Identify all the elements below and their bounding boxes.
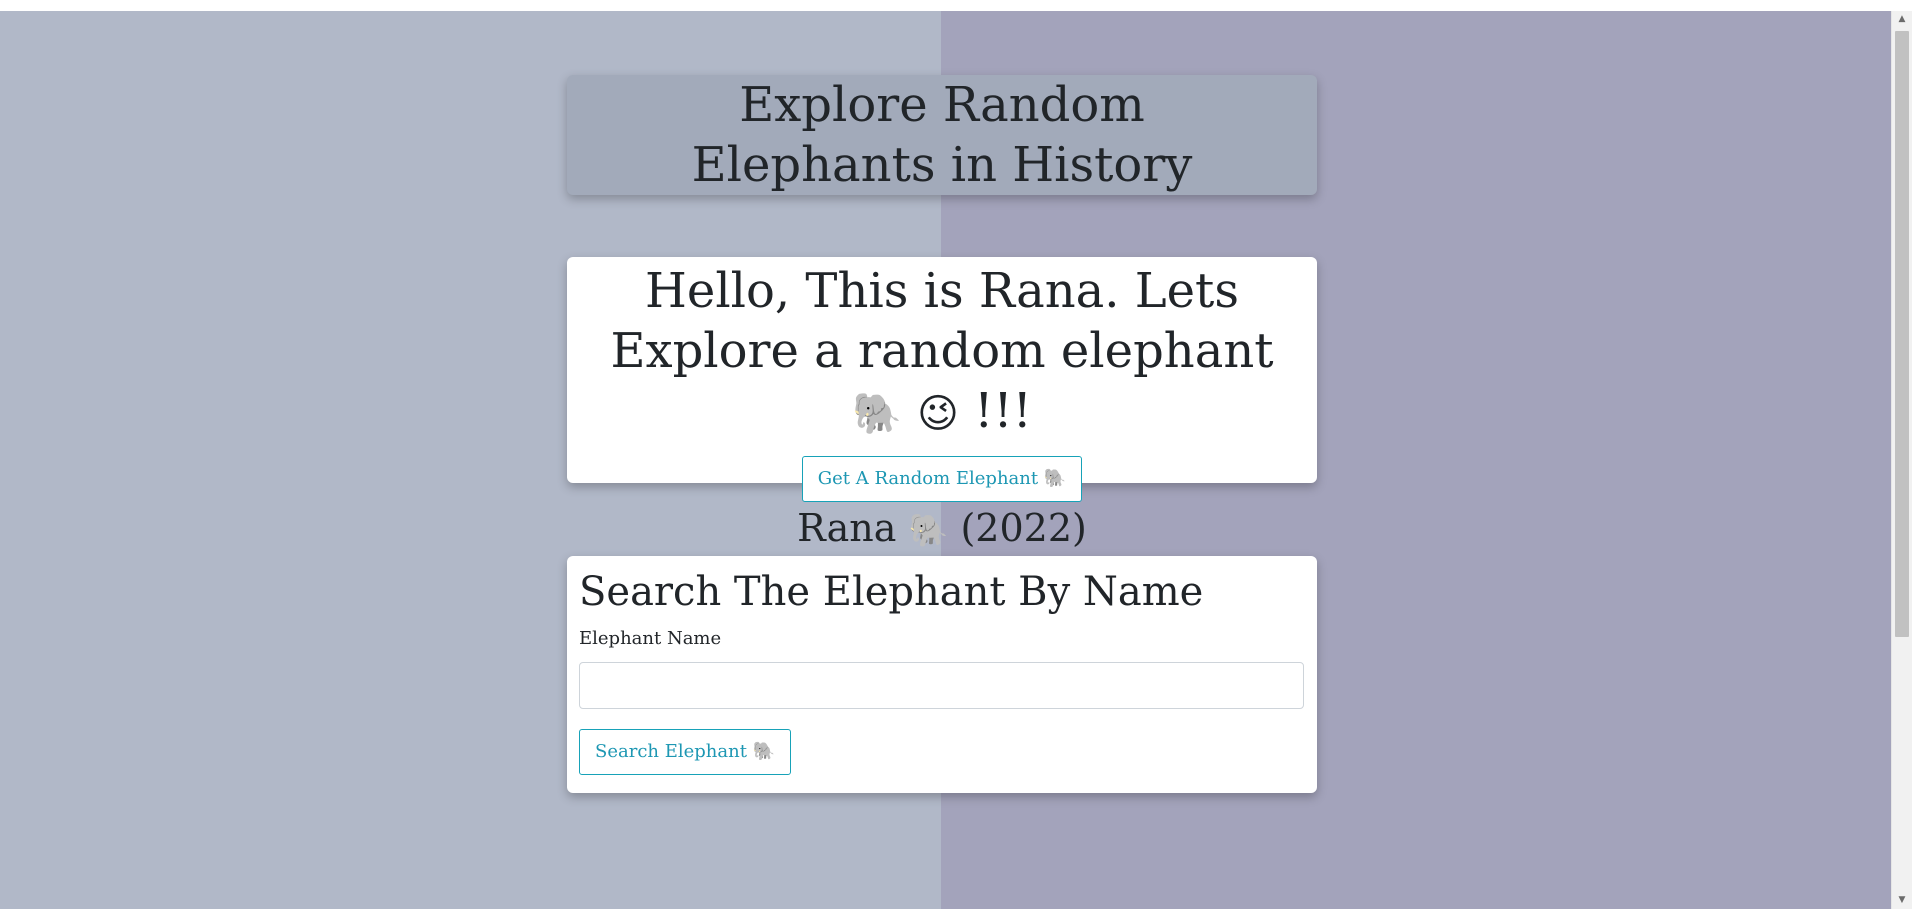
random-button-label: Get A Random Elephant [817,468,1039,489]
elephant-icon: 🐘 [752,741,776,762]
intro-card: Hello, This is Rana. Lets Explore a rand… [567,257,1317,550]
greeting-heading: Hello, This is Rana. Lets Explore a rand… [582,261,1302,444]
title-card: Explore Random Elephants in History [567,75,1317,195]
elephant-icon: 🐘 [1043,468,1067,489]
get-random-elephant-button[interactable]: Get A Random Elephant 🐘 [801,456,1083,502]
scrollbar-thumb[interactable] [1895,31,1909,637]
result-year: (2022) [960,506,1087,550]
random-elephant-result: Rana 🐘 (2022) [567,504,1317,554]
result-name: Rana [797,506,897,550]
elephant-icon: 🐘 [852,391,902,437]
elephant-name-label: Elephant Name [579,628,722,649]
search-elephant-button[interactable]: Search Elephant 🐘 [579,729,792,775]
search-card: Search The Elephant By Name Elephant Nam… [567,556,1317,793]
vertical-scrollbar[interactable]: ▲ ▼ [1891,11,1912,909]
greeting-text: Hello, This is Rana. Lets Explore a rand… [610,263,1274,379]
page-title: Explore Random Elephants in History [691,77,1193,193]
search-button-label: Search Elephant [595,741,747,762]
scroll-down-arrow-icon[interactable]: ▼ [1892,892,1912,909]
wink-icon: 😉 [917,391,959,437]
elephant-name-input[interactable] [579,662,1304,709]
search-heading: Search The Elephant By Name [579,569,1204,615]
elephant-icon: 🐘 [908,511,949,549]
page-background: Explore Random Elephants in History Hell… [0,11,1891,909]
scroll-up-arrow-icon[interactable]: ▲ [1892,11,1912,28]
exclamation-text: !!! [974,383,1032,439]
